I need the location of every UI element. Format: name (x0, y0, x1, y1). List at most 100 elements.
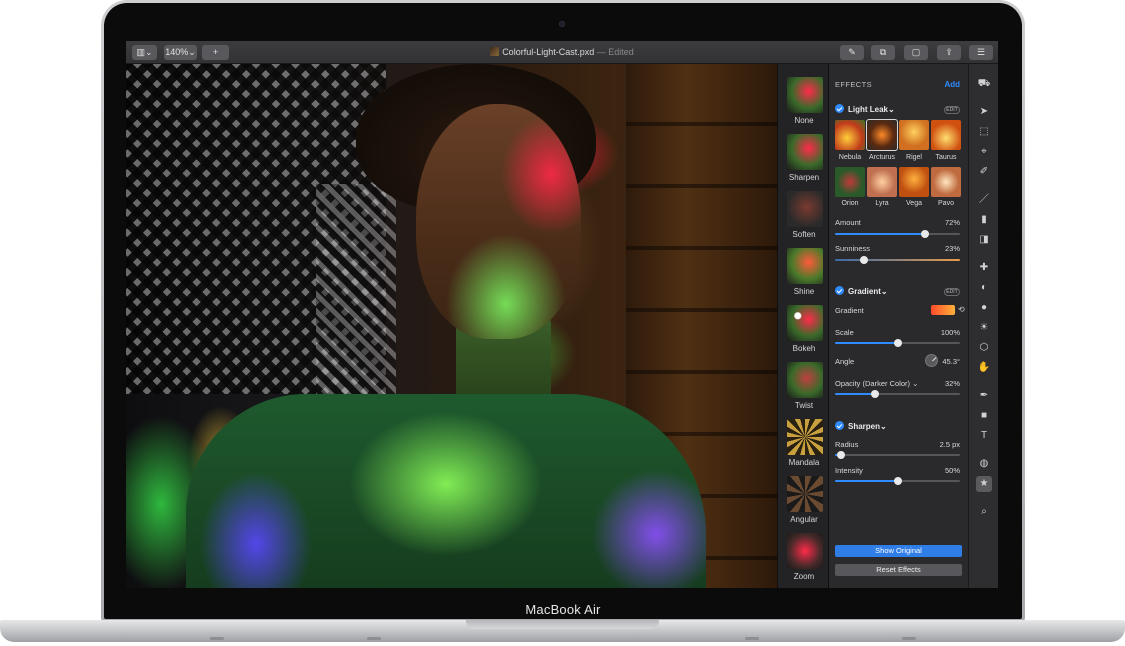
light-leak-edit-button[interactable]: EDIT (944, 106, 960, 114)
light-tool-icon[interactable]: ☀ (976, 320, 992, 336)
sunniness-label: Sunniness (835, 244, 871, 253)
preset-lyra[interactable] (867, 167, 897, 197)
device-label: MacBook Air (525, 602, 601, 617)
effect-thumb-sharpen[interactable] (787, 134, 823, 170)
crop-icon: ⧉ (879, 47, 887, 57)
radius-label: Radius (835, 440, 859, 449)
opacity-slider[interactable] (835, 390, 960, 398)
type-tool-icon[interactable]: T (976, 428, 992, 444)
effect-thumb-mandala[interactable] (787, 419, 823, 455)
preset-vega[interactable] (899, 167, 929, 197)
slider-knob[interactable] (859, 256, 868, 264)
slider-knob[interactable] (893, 339, 902, 347)
arrange-tool-icon[interactable]: ➤ (976, 104, 992, 120)
preset-nebula[interactable] (835, 120, 865, 150)
effect-label-bokeh: Bokeh (792, 344, 816, 353)
adjust-button[interactable]: ☰ (969, 45, 993, 60)
radius-slider[interactable] (835, 451, 960, 459)
effect-thumb-angular[interactable] (787, 476, 823, 512)
reset-effects-button[interactable]: Reset Effects (835, 564, 962, 576)
color-adjust-tool-icon[interactable]: ◍ (976, 456, 992, 472)
add-effect-button[interactable]: Add (944, 80, 960, 89)
bucket-tool-icon[interactable]: ▮ (976, 212, 992, 228)
reverse-gradient-icon[interactable]: ⟲ (958, 305, 968, 315)
effects-inspector: EFFECTS Add Light Leak⌄ EDIT Nebula Arct… (829, 64, 968, 588)
effect-thumb-bokeh[interactable] (787, 305, 823, 341)
gradient-swatch[interactable] (931, 305, 955, 315)
effects-tool-icon[interactable]: ⛟ (976, 76, 992, 92)
pen-tool-icon[interactable]: ✒ (976, 388, 992, 404)
angle-dial[interactable] (925, 354, 938, 367)
opacity-label[interactable]: Opacity (Darker Color) ⌄ (835, 379, 918, 388)
laptop-foot (210, 637, 224, 640)
checkmark-icon[interactable] (835, 421, 844, 430)
amount-slider[interactable] (835, 230, 960, 238)
intensity-slider[interactable] (835, 477, 960, 485)
document-thumbnail-icon (490, 47, 500, 56)
document-button[interactable]: ▢ (904, 45, 928, 60)
star-effects-tool-icon[interactable]: ★ (976, 476, 992, 492)
checkmark-icon[interactable] (835, 286, 844, 295)
sharpen-title[interactable]: Sharpen⌄ (835, 421, 887, 431)
preset-label: Nebula (838, 154, 862, 161)
light-leak-title[interactable]: Light Leak⌄ (835, 104, 895, 114)
lasso-tool-icon[interactable]: ⌖ (976, 144, 992, 160)
angle-value[interactable]: 45.3° (942, 357, 960, 366)
retouch-button[interactable]: ✎ (840, 45, 864, 60)
checkmark-icon[interactable] (835, 104, 844, 113)
paint-tool-icon[interactable]: ／ (976, 192, 992, 208)
effect-label-shine: Shine (793, 287, 815, 296)
preset-taurus[interactable] (931, 120, 961, 150)
clone-tool-icon[interactable]: ◐ (976, 280, 992, 296)
opacity-mode-label: Opacity (Darker Color) (835, 379, 911, 388)
repair-tool-icon[interactable]: ✚ (976, 260, 992, 276)
preset-arcturus[interactable] (866, 119, 898, 151)
shape-tool-icon[interactable]: ■ (976, 408, 992, 424)
effects-header: EFFECTS (835, 80, 872, 89)
crop-button[interactable]: ⧉ (871, 45, 895, 60)
chevron-down-icon: ⌄ (880, 287, 888, 296)
quick-select-tool-icon[interactable]: ✐ (976, 164, 992, 180)
show-original-button[interactable]: Show Original (835, 545, 962, 557)
effect-thumb-soften[interactable] (787, 191, 823, 227)
image-canvas[interactable] (126, 64, 777, 588)
zoom-tool-icon[interactable]: ⌕ (976, 504, 992, 520)
preset-label: Orion (841, 200, 859, 207)
amount-label: Amount (835, 218, 861, 227)
preset-orion[interactable] (835, 167, 865, 197)
share-button[interactable]: ⇪ (937, 45, 961, 60)
sunniness-value[interactable]: 23% (945, 244, 960, 253)
light-leak-label: Light Leak (848, 105, 889, 114)
hand-tool-icon[interactable]: ✋ (976, 360, 992, 376)
effect-label-sharpen: Sharpen (788, 173, 820, 182)
effect-thumb-zoom[interactable] (787, 533, 823, 569)
slider-knob[interactable] (893, 477, 902, 485)
amount-value[interactable]: 72% (945, 218, 960, 227)
gradient-title[interactable]: Gradient⌄ (835, 286, 888, 296)
effect-thumb-twist[interactable] (787, 362, 823, 398)
preset-pavo[interactable] (931, 167, 961, 197)
eraser-tool-icon[interactable]: ◨ (976, 232, 992, 248)
intensity-label: Intensity (835, 466, 863, 475)
select-tool-icon[interactable]: ⬚ (976, 124, 992, 140)
radius-value[interactable]: 2.5 px (940, 440, 960, 449)
blur-tool-icon[interactable]: ● (976, 300, 992, 316)
slider-knob[interactable] (871, 390, 879, 398)
preset-label: Taurus (935, 154, 957, 161)
intensity-value[interactable]: 50% (945, 466, 960, 475)
scale-slider[interactable] (835, 339, 960, 347)
slider-knob[interactable] (921, 230, 929, 238)
preset-rigel[interactable] (899, 120, 929, 150)
slider-knob[interactable] (837, 451, 846, 459)
effect-thumb-none[interactable] (787, 77, 823, 113)
effect-thumb-shine[interactable] (787, 248, 823, 284)
sunniness-slider[interactable] (835, 256, 960, 264)
effect-label-mandala: Mandala (788, 458, 820, 467)
effect-label-zoom: Zoom (793, 572, 815, 581)
scale-value[interactable]: 100% (941, 328, 960, 337)
gradient-edit-button[interactable]: EDIT (944, 288, 960, 296)
sponge-tool-icon[interactable]: ⬡ (976, 340, 992, 356)
opacity-value[interactable]: 32% (945, 379, 960, 388)
preset-label: Rigel (906, 154, 922, 161)
chevron-down-icon: ⌄ (880, 422, 887, 431)
